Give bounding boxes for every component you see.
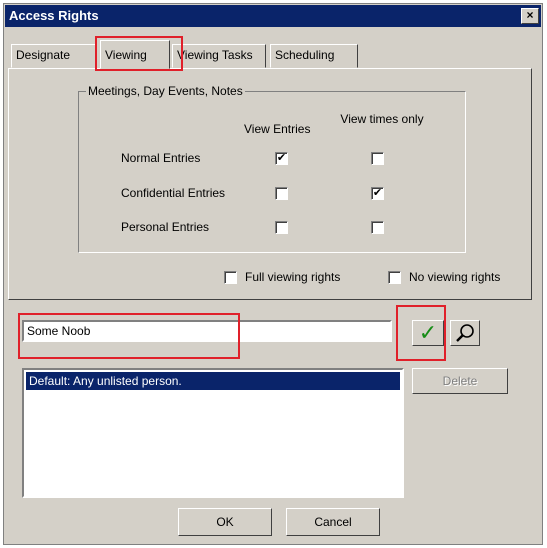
find-button[interactable] xyxy=(450,320,480,346)
confidential-view-times-checkbox[interactable]: ✔ xyxy=(371,187,384,200)
close-button[interactable]: × xyxy=(521,8,539,24)
normal-view-entries-checkbox[interactable]: ✔ xyxy=(275,152,288,165)
tab-designate[interactable]: Designate xyxy=(11,44,97,68)
delete-button[interactable]: Delete xyxy=(412,368,508,394)
apply-button[interactable]: ✓ xyxy=(412,320,444,346)
checkmark-icon: ✓ xyxy=(418,320,438,345)
title-bar[interactable]: Access Rights × xyxy=(5,5,541,27)
name-input[interactable]: Some Noob xyxy=(22,320,392,342)
magnifier-icon xyxy=(456,324,474,342)
tab-viewing[interactable]: Viewing xyxy=(100,40,170,69)
dialog-title: Access Rights xyxy=(9,8,99,23)
tab-viewing-tasks[interactable]: Viewing Tasks xyxy=(172,44,266,68)
full-viewing-rights-label: Full viewing rights xyxy=(245,270,341,284)
tab-scheduling[interactable]: Scheduling xyxy=(270,44,358,68)
group-title: Meetings, Day Events, Notes xyxy=(86,84,245,98)
access-list[interactable]: Default: Any unlisted person. xyxy=(22,368,404,498)
column-header-view-entries: View Entries xyxy=(244,122,311,136)
confidential-view-entries-checkbox[interactable] xyxy=(275,187,288,200)
row-label-personal: Personal Entries xyxy=(121,220,210,234)
no-viewing-rights-label: No viewing rights xyxy=(409,270,501,284)
row-label-normal: Normal Entries xyxy=(121,151,201,165)
close-icon: × xyxy=(526,8,534,22)
full-viewing-rights-checkbox[interactable] xyxy=(224,271,237,284)
list-item[interactable]: Default: Any unlisted person. xyxy=(26,372,400,390)
ok-button[interactable]: OK xyxy=(178,508,272,536)
no-viewing-rights-checkbox[interactable] xyxy=(388,271,401,284)
cancel-button[interactable]: Cancel xyxy=(286,508,380,536)
personal-view-times-checkbox[interactable] xyxy=(371,221,384,234)
row-label-confidential: Confidential Entries xyxy=(121,186,226,200)
column-header-view-times-only: View times only xyxy=(340,112,424,126)
personal-view-entries-checkbox[interactable] xyxy=(275,221,288,234)
normal-view-times-checkbox[interactable] xyxy=(371,152,384,165)
